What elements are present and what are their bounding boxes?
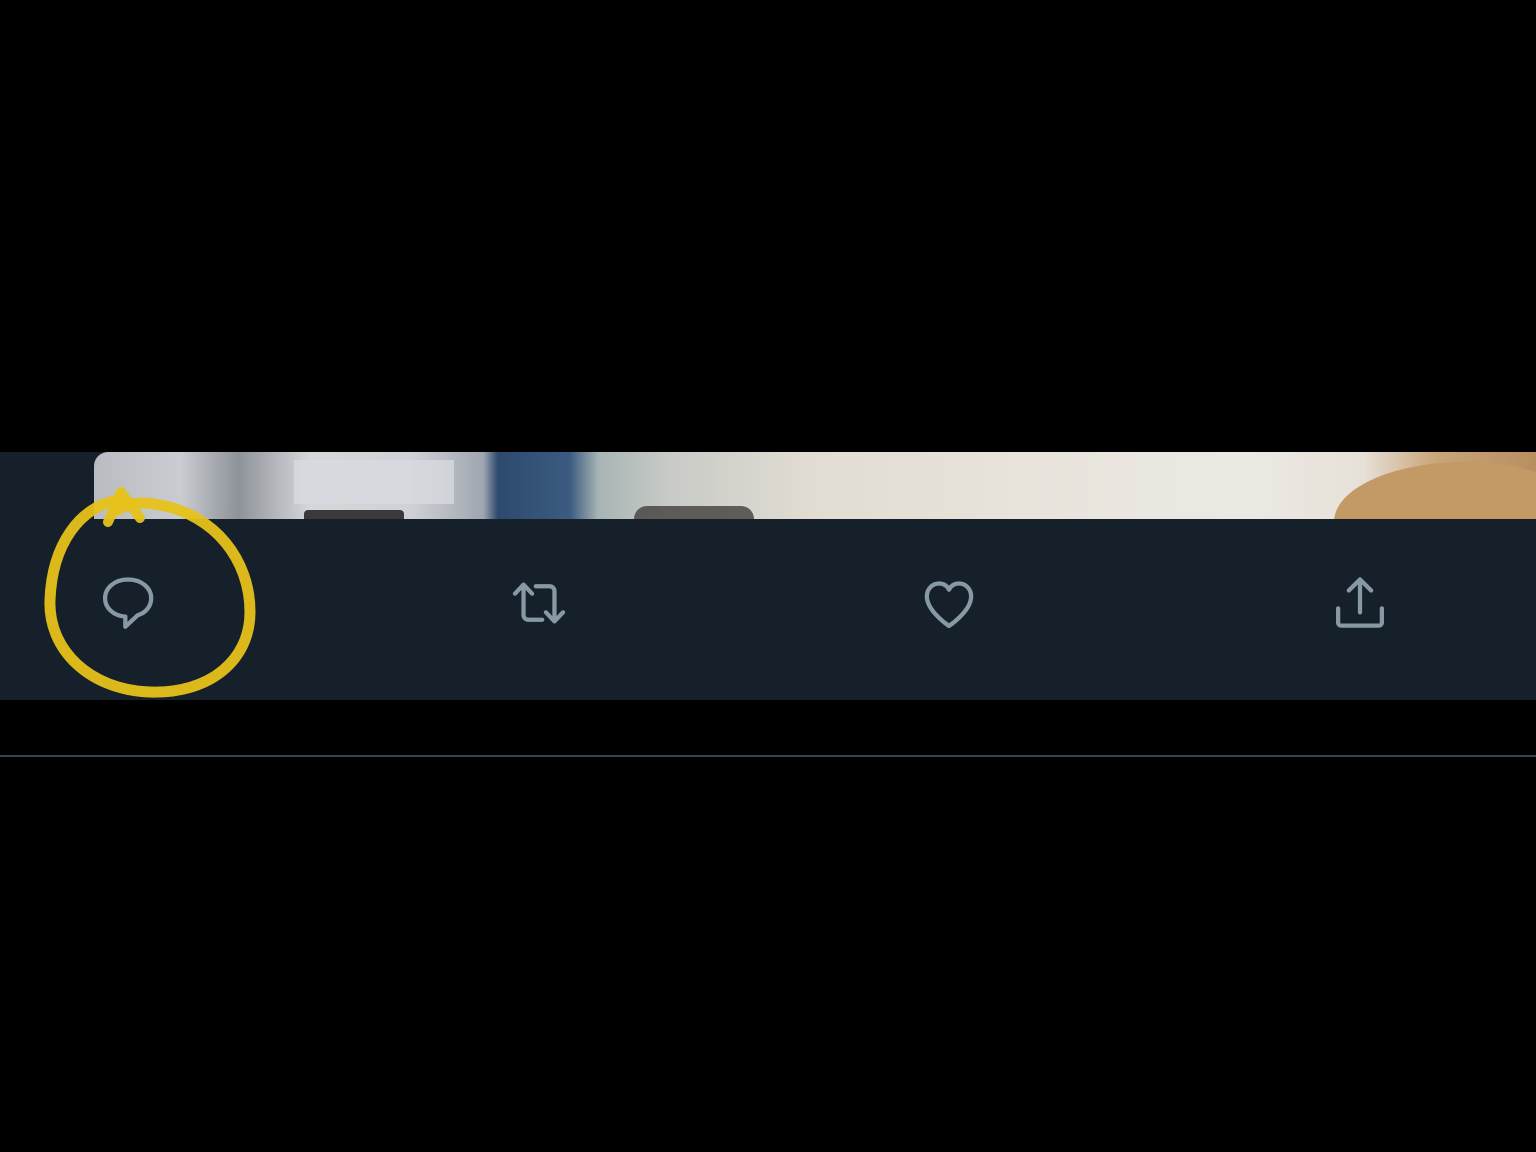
tweet-divider <box>0 755 1536 757</box>
retweet-button[interactable] <box>491 555 587 651</box>
tweet-media-preview[interactable] <box>94 452 1536 519</box>
like-icon <box>924 581 974 629</box>
media-hair-detail <box>1334 462 1536 519</box>
tweet-action-bar <box>0 519 1536 757</box>
reply-icon <box>102 577 154 629</box>
share-icon <box>1336 577 1384 628</box>
like-button[interactable] <box>901 555 997 651</box>
screenshot-stage <box>0 0 1536 1152</box>
tweet-card <box>0 452 1536 757</box>
media-shadow <box>634 506 754 519</box>
media-shadow <box>304 510 404 519</box>
retweet-icon <box>512 582 566 624</box>
media-background-panel <box>294 460 454 504</box>
share-button[interactable] <box>1312 555 1408 651</box>
reply-button[interactable] <box>80 555 176 651</box>
